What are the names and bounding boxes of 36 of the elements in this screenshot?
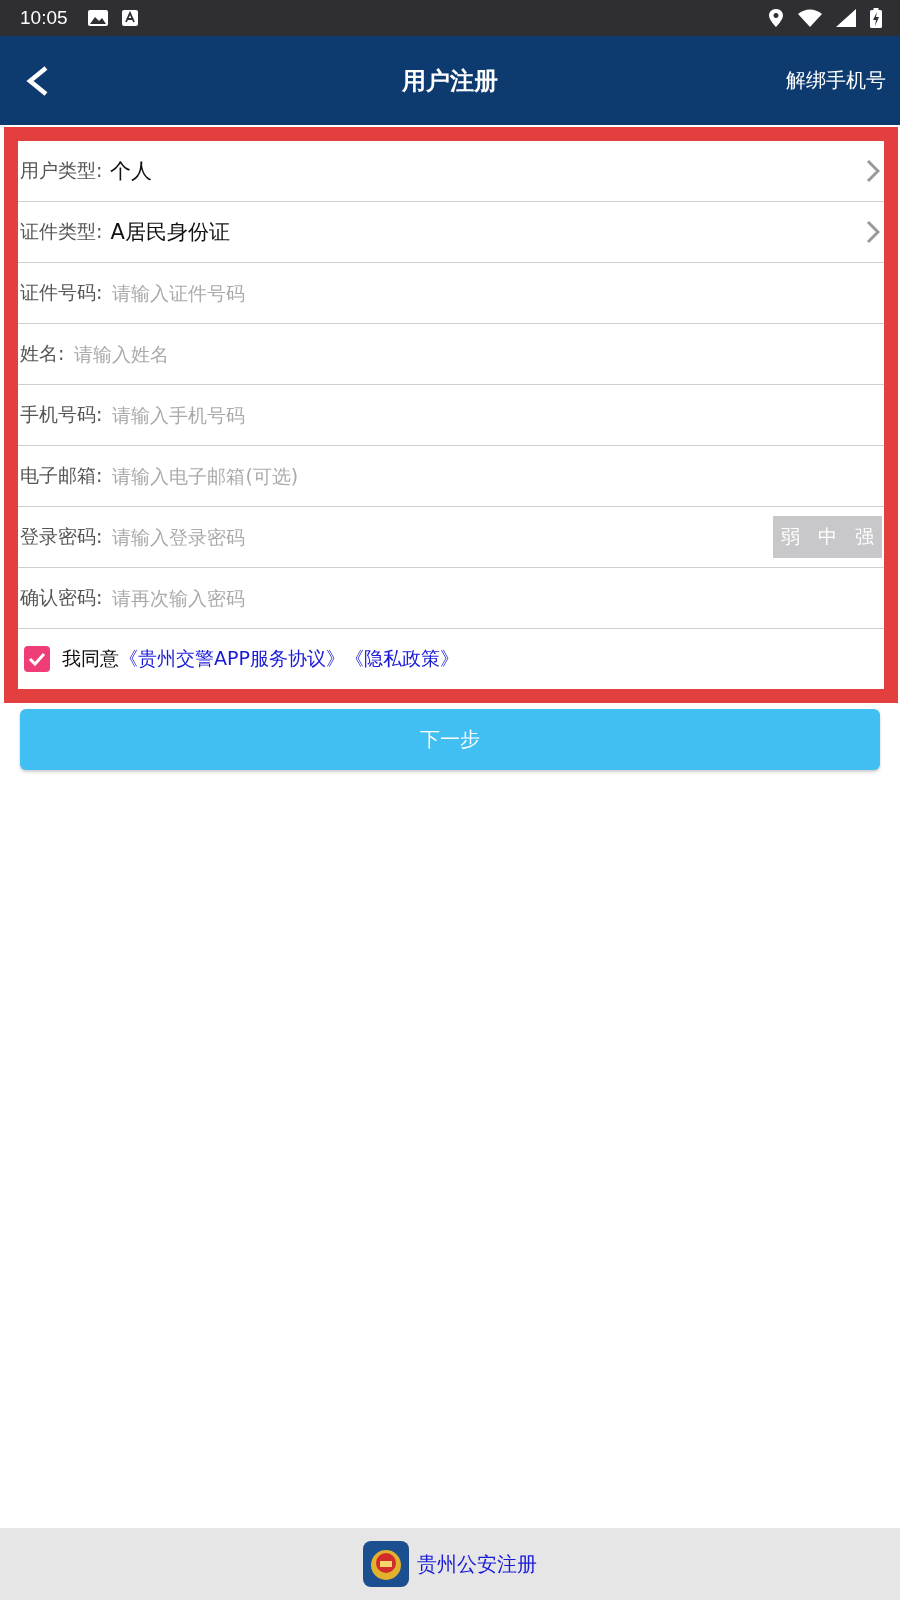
select-row[interactable]: 用户类型: 个人 — [18, 141, 884, 202]
wifi-icon — [798, 9, 822, 27]
input-field[interactable]: 请输入登录密码 — [110, 525, 773, 549]
image-icon — [87, 10, 108, 26]
agreement-link[interactable]: 《隐私政策》 — [344, 646, 459, 672]
battery-icon — [870, 8, 882, 28]
input-field[interactable]: 请输入证件号码 — [110, 281, 884, 305]
select-row[interactable]: 证件类型: A居民身份证 — [18, 202, 884, 263]
field-value: 个人 — [110, 158, 154, 185]
location-icon — [768, 8, 784, 28]
status-time: 10:05 — [20, 7, 68, 29]
footer-label: 贵州公安注册 — [417, 1550, 537, 1578]
input-field[interactable]: 请再次输入密码 — [110, 586, 884, 610]
chevron-right-icon — [866, 159, 880, 183]
field-value: A居民身份证 — [110, 219, 231, 246]
field-label: 证件类型: — [20, 219, 103, 244]
field-label: 证件号码: — [20, 280, 103, 305]
input-field[interactable]: 请输入手机号码 — [110, 403, 884, 427]
field-label: 手机号码: — [20, 402, 103, 427]
signal-icon — [836, 9, 856, 27]
field-label: 电子邮箱: — [20, 463, 103, 488]
field-label: 确认密码: — [20, 585, 103, 610]
emblem-icon — [363, 1541, 409, 1587]
field-label: 用户类型: — [20, 158, 103, 183]
input-field[interactable]: 请输入电子邮箱(可选) — [110, 464, 884, 488]
chevron-right-icon — [866, 220, 880, 244]
field-label: 姓名: — [20, 341, 65, 366]
unbind-phone-link[interactable]: 解绑手机号 — [786, 67, 900, 94]
field-label: 登录密码: — [20, 524, 103, 549]
input-field[interactable]: 请输入姓名 — [72, 342, 884, 366]
agreement-link[interactable]: 《贵州交警APP服务协议》 — [119, 646, 345, 672]
back-icon — [24, 64, 50, 97]
page-title: 用户注册 — [402, 65, 498, 97]
font-icon — [121, 10, 138, 26]
agree-text: 我同意 — [62, 646, 119, 671]
agree-checkbox[interactable] — [24, 646, 50, 672]
